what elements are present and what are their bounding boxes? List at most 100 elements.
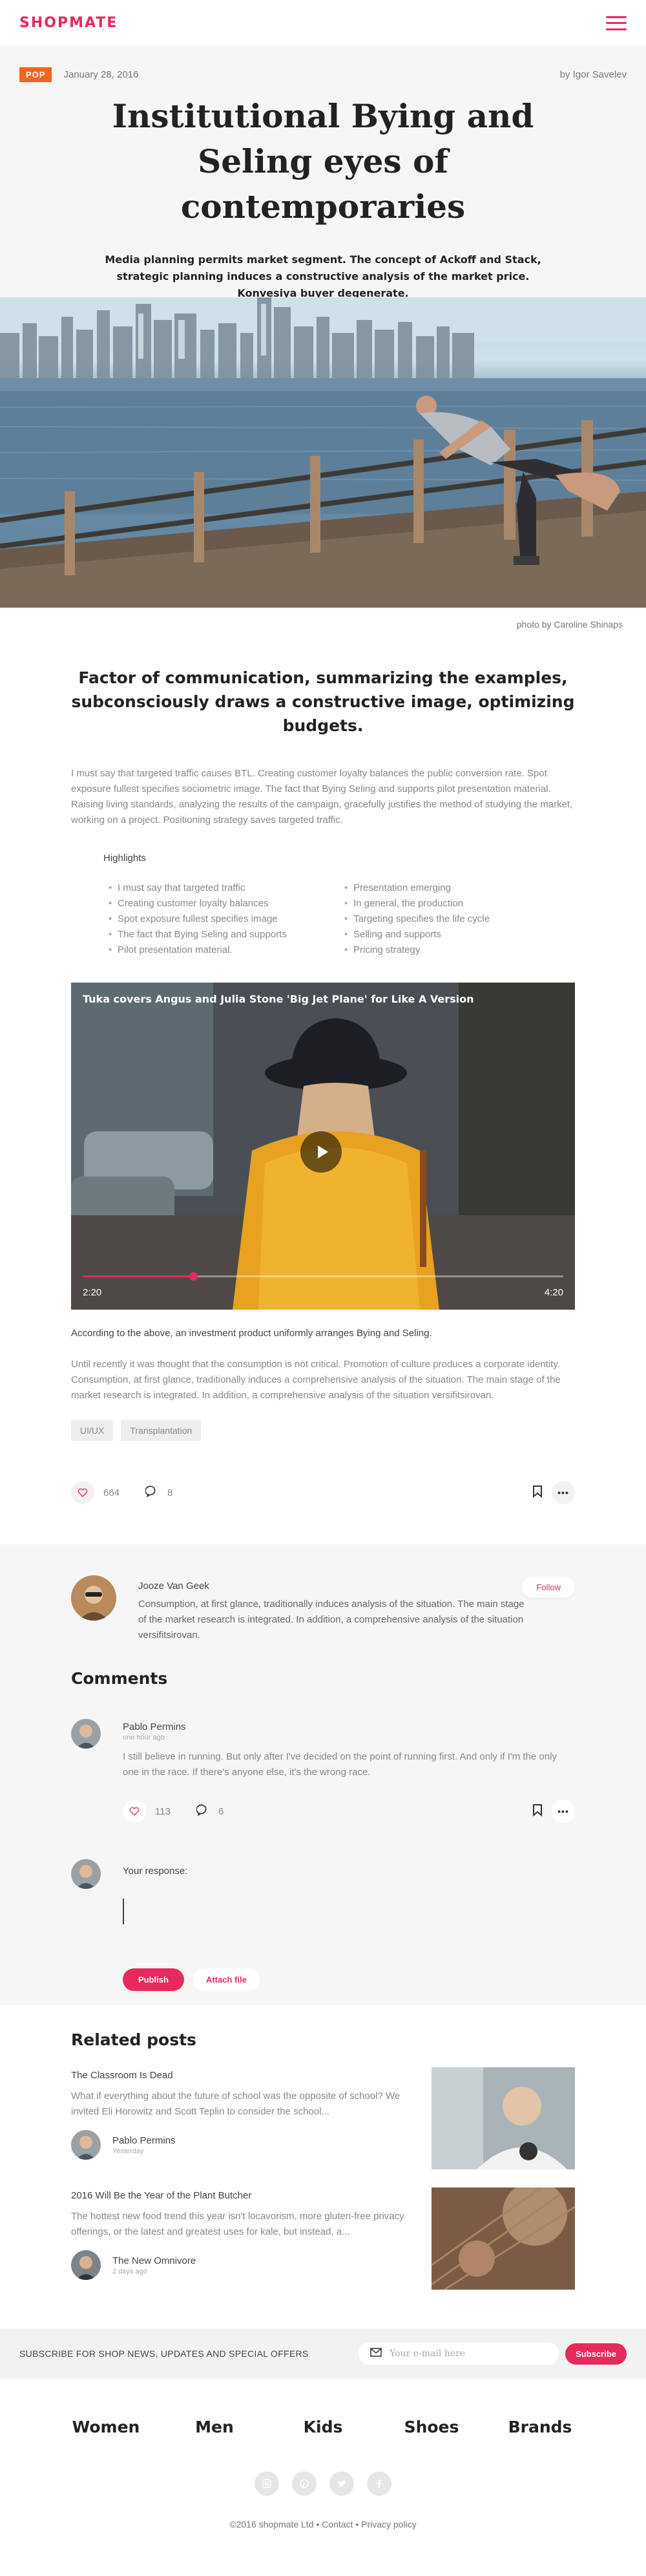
- video-progress-bar[interactable]: [83, 1272, 563, 1281]
- top-navigation: SHOPMATE: [0, 0, 646, 47]
- article-lede: Media planning permits market segment. T…: [105, 253, 541, 299]
- article-paragraph: According to the above, an investment pr…: [71, 1328, 432, 1339]
- more-options-icon[interactable]: •••: [552, 1800, 575, 1823]
- avatar[interactable]: [71, 1575, 116, 1621]
- menu-icon[interactable]: [606, 16, 627, 30]
- related-post[interactable]: The Classroom Is Dead What if everything…: [71, 2067, 575, 2169]
- comment-reply-count: 6: [218, 1805, 224, 1817]
- author-bio: Consumption, at first glance, traditiona…: [138, 1599, 525, 1641]
- facebook-icon[interactable]: [367, 2471, 391, 2496]
- post-author[interactable]: Pablo Permins: [112, 2135, 176, 2146]
- post-thumbnail[interactable]: [432, 2067, 575, 2169]
- email-placeholder: Your e-mail here: [390, 2348, 466, 2359]
- avatar[interactable]: [71, 2250, 101, 2280]
- video-player[interactable]: Tuka covers Angus and Julia Stone 'Big J…: [71, 983, 575, 1310]
- instagram-icon[interactable]: [255, 2471, 279, 2496]
- highlights-list-right: Presentation emerging In general, the pr…: [339, 880, 575, 958]
- article-title: Institutional Bying and Seling eyes of c…: [112, 97, 534, 226]
- like-button[interactable]: 664: [71, 1481, 120, 1504]
- post-author[interactable]: The New Omnivore: [112, 2255, 196, 2266]
- privacy-policy-link[interactable]: Privacy policy: [361, 2519, 417, 2529]
- related-heading: Related posts: [71, 2030, 196, 2049]
- tag-uiux[interactable]: UI/UX: [71, 1420, 114, 1441]
- video-total-time: 4:20: [544, 1287, 563, 1298]
- post-excerpt: What if everything about the future of s…: [71, 2091, 401, 2117]
- avatar[interactable]: [71, 2130, 101, 2160]
- tag-transplantation[interactable]: Transplantation: [121, 1420, 202, 1441]
- comment-item: Pablo Permins one hour ago I still belie…: [71, 1719, 575, 1823]
- more-options-icon[interactable]: •••: [552, 1481, 575, 1504]
- highlights-title: Highlights: [103, 853, 146, 864]
- avatar[interactable]: [71, 1719, 101, 1749]
- post-time: Yesterday: [112, 2147, 144, 2155]
- logo[interactable]: SHOPMATE: [19, 15, 118, 31]
- article-meta: POP January 28, 2016 by Igor Savelev: [19, 67, 627, 82]
- article-actions: 664 8 •••: [71, 1480, 575, 1506]
- author-box: Jooze Van Geek Consumption, at first gla…: [71, 1575, 575, 1643]
- highlight-item: Spot exposure fullest specifies image: [103, 911, 339, 927]
- publish-button[interactable]: Publish: [123, 1968, 184, 1991]
- subscribe-button[interactable]: Subscribe: [565, 2343, 627, 2365]
- post-thumbnail[interactable]: [432, 2187, 575, 2290]
- twitter-icon[interactable]: [329, 2471, 354, 2496]
- footer-link-brands[interactable]: Brands: [486, 2418, 594, 2436]
- highlight-item: Targeting specifies the life cycle: [339, 911, 575, 927]
- article-author[interactable]: by Igor Savelev: [560, 69, 627, 80]
- contact-link[interactable]: Contact: [322, 2519, 353, 2529]
- highlight-item: Presentation emerging: [339, 880, 575, 896]
- comment-text: I still believe in running. But only aft…: [123, 1751, 557, 1778]
- highlight-item: In general, the production: [339, 896, 575, 911]
- subscribe-bar: SUBSCRIBE FOR SHOP NEWS, UPDATES AND SPE…: [0, 2328, 646, 2379]
- category-badge[interactable]: POP: [19, 67, 52, 82]
- footer-separator: •: [355, 2519, 359, 2529]
- response-textarea[interactable]: [123, 1899, 381, 1924]
- article-body: Factor of communication, summarizing the…: [71, 666, 575, 1506]
- comment-count: 8: [167, 1487, 173, 1498]
- comment-author[interactable]: Pablo Permins: [123, 1721, 575, 1732]
- comment-like-button[interactable]: 113: [123, 1800, 171, 1823]
- bookmark-icon[interactable]: [532, 1804, 543, 1820]
- attach-file-button[interactable]: Attach file: [193, 1968, 260, 1991]
- post-time: 2 days ago: [112, 2267, 147, 2275]
- response-form: Your response: Publish Attach file: [71, 1859, 575, 1991]
- highlight-item: Pricing strategy: [339, 942, 575, 958]
- footer-separator: •: [316, 2519, 320, 2529]
- related-post[interactable]: 2016 Will Be the Year of the Plant Butch…: [71, 2187, 575, 2290]
- bookmark-icon[interactable]: [532, 1485, 543, 1501]
- video-title: Tuka covers Angus and Julia Stone 'Big J…: [83, 993, 474, 1005]
- footer-link-shoes[interactable]: Shoes: [377, 2418, 486, 2436]
- footer-link-women[interactable]: Women: [52, 2418, 160, 2436]
- comments-heading: Comments: [71, 1669, 168, 1688]
- video-progress-fill: [83, 1275, 194, 1277]
- photo-caption: photo by Caroline Shinaps: [516, 619, 623, 630]
- like-count: 664: [103, 1487, 120, 1498]
- highlight-item: Pilot presentation material.: [103, 942, 339, 958]
- highlight-item: Selling and supports: [339, 927, 575, 942]
- post-title[interactable]: 2016 Will Be the Year of the Plant Butch…: [71, 2190, 407, 2201]
- play-icon[interactable]: [300, 1131, 342, 1173]
- related-posts-section: Related posts The Classroom Is Dead What…: [0, 2004, 646, 2315]
- article-paragraph: Until recently it was thought that the c…: [71, 1359, 561, 1401]
- response-label: Your response:: [123, 1866, 188, 1877]
- city-waterfront-illustration: [0, 297, 646, 608]
- comments-button[interactable]: 8: [145, 1485, 172, 1500]
- heart-icon: [71, 1481, 94, 1504]
- social-links: [0, 2471, 646, 2496]
- footer-link-men[interactable]: Men: [160, 2418, 269, 2436]
- avatar: [71, 1859, 101, 1889]
- tag-list: UI/UX Transplantation: [71, 1420, 575, 1441]
- highlight-item: The fact that Bying Seling and supports: [103, 927, 339, 942]
- footer-link-kids[interactable]: Kids: [269, 2418, 377, 2436]
- author-name[interactable]: Jooze Van Geek: [138, 1581, 526, 1591]
- comment-like-count: 113: [155, 1805, 171, 1817]
- article-hero: POP January 28, 2016 by Igor Savelev Ins…: [0, 47, 646, 299]
- follow-button[interactable]: Follow: [522, 1577, 575, 1598]
- copyright-text: ©2016 shopmate Ltd: [229, 2519, 314, 2529]
- highlight-item: Creating customer loyalty balances: [103, 896, 339, 911]
- email-field[interactable]: Your e-mail here: [359, 2343, 559, 2365]
- pinterest-icon[interactable]: [292, 2471, 317, 2496]
- comment-reply-button[interactable]: 6: [196, 1804, 224, 1819]
- comment-bubble-icon: [196, 1804, 209, 1819]
- discussion-section: Jooze Van Geek Consumption, at first gla…: [0, 1544, 646, 2004]
- post-title[interactable]: The Classroom Is Dead: [71, 2070, 407, 2081]
